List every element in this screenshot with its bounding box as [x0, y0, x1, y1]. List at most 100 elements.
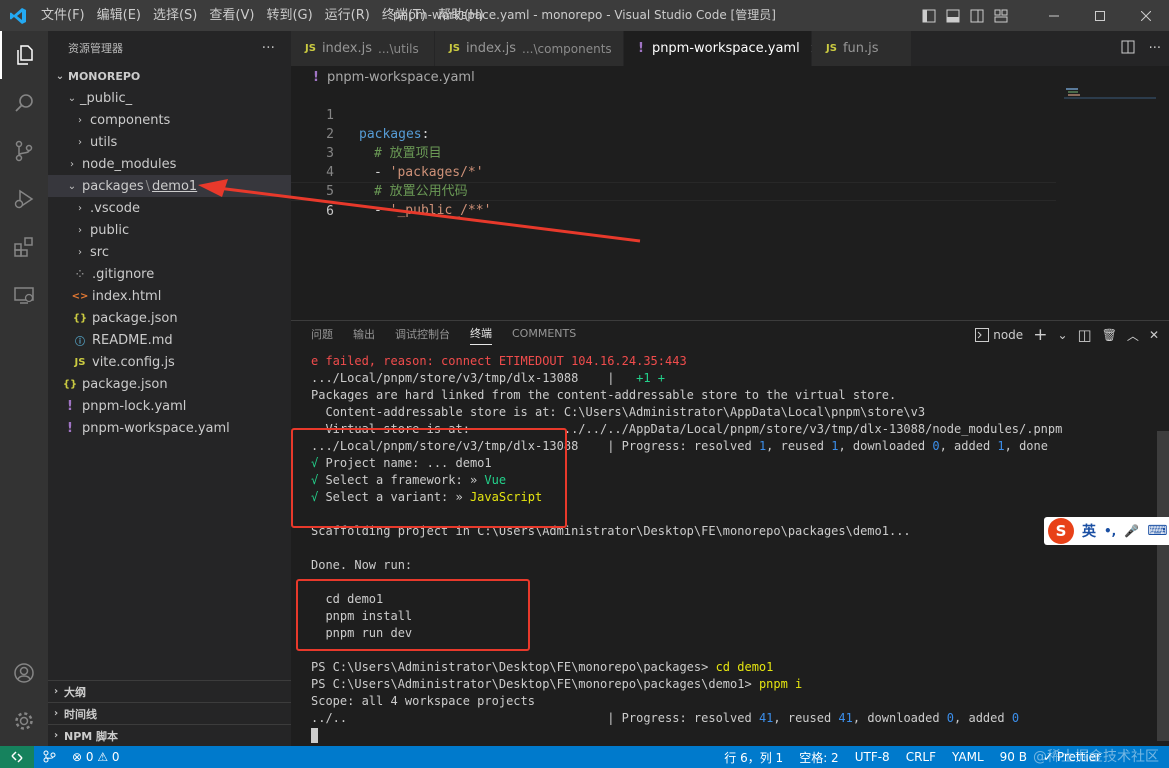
section-outline[interactable]: › 大纲 — [48, 680, 291, 702]
tree-folder-public[interactable]: ⌄ _public_ — [48, 87, 291, 109]
source-control-icon[interactable] — [0, 127, 48, 175]
tab-pnpm-workspace[interactable]: ! pnpm-workspace.yaml × — [624, 31, 821, 66]
more-actions-icon[interactable]: ··· — [1149, 41, 1161, 56]
section-label: 大纲 — [64, 685, 86, 699]
tab-fun-js[interactable]: JS fun.js — [812, 31, 912, 66]
tree-folder-components[interactable]: › components — [48, 109, 291, 131]
search-icon[interactable] — [0, 79, 48, 127]
terminal-text: , done — [1004, 439, 1048, 453]
tree-file-vite-config[interactable]: JS vite.config.js — [48, 351, 291, 373]
settings-gear-icon[interactable] — [0, 697, 48, 745]
bottom-panel: 问题 输出 调试控制台 终端 COMMENTS node + ⌄ ◫ 🗑 ︿ ✕… — [291, 320, 1169, 746]
menu-go[interactable]: 转到(G) — [260, 0, 318, 31]
tree-file-pnpm-lock[interactable]: ! pnpm-lock.yaml — [48, 395, 291, 417]
annotation-box-commands — [296, 579, 530, 651]
terminal-text: .../Local/pnpm/store/v3/tmp/dlx-13088 | — [311, 371, 637, 385]
menu-edit[interactable]: 编辑(E) — [91, 0, 147, 31]
tree-item-label: index.html — [92, 288, 162, 304]
keyboard-icon[interactable]: ⌨ — [1147, 523, 1167, 539]
toggle-panel-icon[interactable] — [941, 0, 965, 31]
menu-run[interactable]: 运行(R) — [319, 0, 376, 31]
split-editor-icon[interactable] — [1121, 40, 1135, 58]
explorer-more-icon[interactable]: ··· — [262, 40, 275, 56]
terminal-scrollbar[interactable] — [1157, 431, 1169, 741]
maximize-panel-icon[interactable]: ︿ — [1127, 327, 1139, 344]
ime-language[interactable]: 英 — [1082, 521, 1096, 541]
tree-folder-utils[interactable]: › utils — [48, 131, 291, 153]
chevron-down-icon: ⌄ — [67, 92, 77, 104]
tree-file-readme[interactable]: ⓘ README.md — [48, 329, 291, 351]
tree-file-root-package-json[interactable]: {} package.json — [48, 373, 291, 395]
accounts-icon[interactable] — [0, 649, 48, 697]
terminal-cursor — [311, 728, 318, 743]
chevron-down-icon: ⌄ — [55, 70, 65, 82]
breadcrumb-file[interactable]: pnpm-workspace.yaml — [327, 70, 475, 85]
terminal-line: Done. Now run: — [311, 558, 413, 572]
menu-selection[interactable]: 选择(S) — [147, 0, 203, 31]
explorer-icon[interactable] — [0, 31, 48, 79]
terminal-line: .../Local/pnpm/store/v3/tmp/dlx-13088 | … — [311, 370, 665, 387]
close-panel-icon[interactable]: ✕ — [1149, 328, 1159, 342]
menu-file[interactable]: 文件(F) — [35, 0, 91, 31]
new-terminal-icon[interactable]: + — [1033, 325, 1047, 345]
sogou-logo-icon: S — [1048, 518, 1074, 544]
indentation-status[interactable]: 空格: 2 — [791, 749, 847, 766]
tab-index-js-components[interactable]: JS index.js ...\components — [435, 31, 624, 66]
close-window-button[interactable] — [1123, 0, 1169, 31]
remote-indicator-icon[interactable] — [0, 746, 34, 768]
terminal-text: , downloaded — [852, 711, 947, 725]
trash-icon[interactable]: 🗑 — [1102, 328, 1117, 342]
extensions-icon[interactable] — [0, 223, 48, 271]
ime-punctuation-icon[interactable]: •, — [1104, 524, 1116, 538]
ime-toolbar[interactable]: S 英 •, 🎤 ⌨ — [1044, 517, 1169, 545]
run-debug-icon[interactable] — [0, 175, 48, 223]
section-label: 时间线 — [64, 707, 97, 721]
sync-icon[interactable] — [34, 749, 64, 766]
panel-tab-problems[interactable]: 问题 — [311, 326, 333, 345]
json-file-icon: {} — [62, 378, 78, 390]
panel-tab-terminal[interactable]: 终端 — [470, 325, 492, 345]
panel-tab-output[interactable]: 输出 — [353, 326, 375, 345]
microphone-icon[interactable]: 🎤 — [1124, 524, 1139, 538]
customize-layout-icon[interactable] — [989, 0, 1013, 31]
panel-tab-comments[interactable]: COMMENTS — [512, 327, 576, 343]
toggle-secondary-sidebar-icon[interactable] — [965, 0, 989, 31]
chevron-right-icon: › — [78, 114, 82, 126]
vscode-logo-icon — [0, 0, 35, 31]
minimize-button[interactable] — [1031, 0, 1077, 31]
encoding-status[interactable]: UTF-8 — [847, 750, 898, 764]
remote-explorer-icon[interactable] — [0, 271, 48, 319]
menu-view[interactable]: 查看(V) — [203, 0, 260, 31]
toggle-sidebar-icon[interactable] — [917, 0, 941, 31]
chevron-down-icon[interactable]: ⌄ — [1057, 328, 1067, 342]
problems-status[interactable]: ⊗ 0 ⚠ 0 — [64, 750, 128, 764]
terminal-text: 41 — [758, 711, 774, 725]
section-timeline[interactable]: › 时间线 — [48, 702, 291, 724]
terminal-line: e failed, reason: connect ETIMEDOUT 104.… — [311, 354, 687, 368]
path-separator: \ — [145, 178, 151, 194]
panel-tab-debug-console[interactable]: 调试控制台 — [395, 326, 450, 345]
explorer-sidebar: 资源管理器 ··· ⌄ MONOREPO ⌄ _public_ › compon… — [48, 31, 291, 746]
tree-item-label: .vscode — [90, 200, 140, 216]
terminal-line: Packages are hard linked from the conten… — [311, 388, 897, 402]
tree-file-gitignore[interactable]: ⁘ .gitignore — [48, 263, 291, 285]
terminal-shell-selector[interactable]: node — [975, 328, 1023, 342]
minimap[interactable] — [1064, 87, 1156, 99]
language-mode[interactable]: YAML — [944, 750, 992, 764]
terminal-text: PS C:\Users\Administrator\Desktop\FE\mon… — [311, 660, 716, 674]
split-terminal-icon[interactable]: ◫ — [1078, 326, 1092, 344]
gitignore-icon: ⁘ — [75, 268, 85, 280]
maximize-button[interactable] — [1077, 0, 1123, 31]
eol-status[interactable]: CRLF — [898, 750, 944, 764]
cursor-position[interactable]: 行 6，列 1 — [716, 749, 791, 766]
terminal-line: Scope: all 4 workspace projects — [311, 694, 535, 708]
section-npm-scripts[interactable]: › NPM 脚本 — [48, 724, 291, 746]
tab-index-js-utils[interactable]: JS index.js ...\utils — [291, 31, 435, 66]
tree-file-package-json[interactable]: {} package.json — [48, 307, 291, 329]
tree-item-label: utils — [90, 134, 118, 150]
tree-item-label: pnpm-lock.yaml — [82, 398, 187, 414]
tree-root-monorepo[interactable]: ⌄ MONOREPO — [48, 65, 291, 87]
tree-file-index-html[interactable]: <> index.html — [48, 285, 291, 307]
tree-file-pnpm-workspace[interactable]: ! pnpm-workspace.yaml — [48, 417, 291, 439]
yaml-file-icon: ! — [638, 41, 644, 56]
